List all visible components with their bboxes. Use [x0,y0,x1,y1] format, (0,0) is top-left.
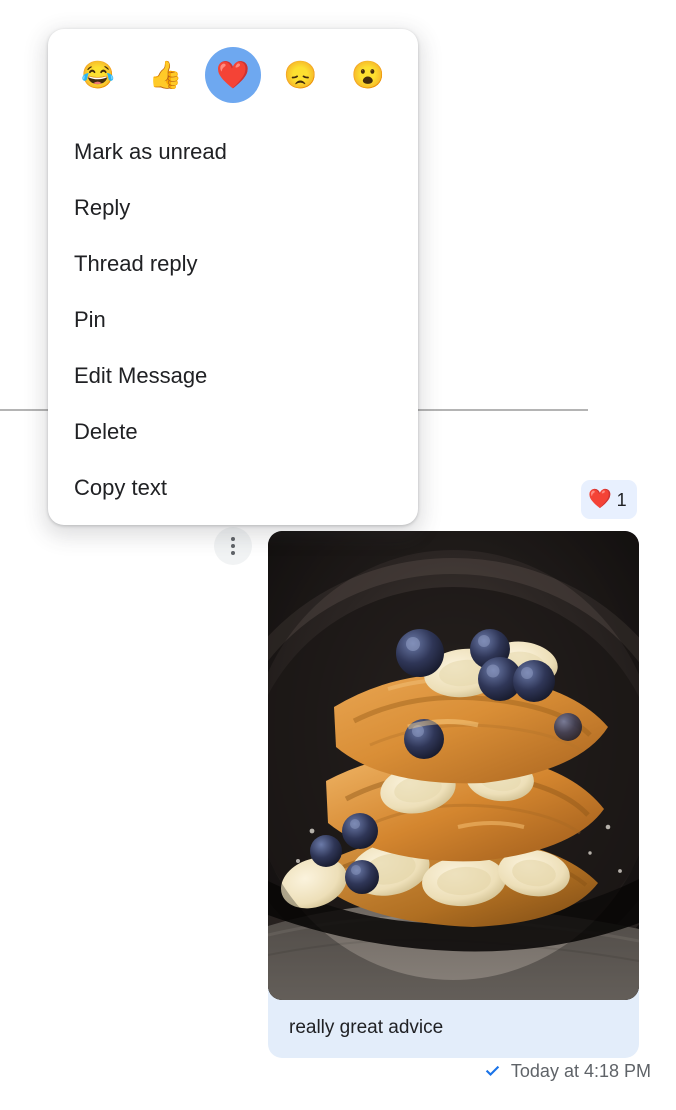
message-bubble[interactable]: really great advice [268,531,639,1058]
menu-item-thread-reply[interactable]: Thread reply [48,236,418,292]
menu-item-copy-text[interactable]: Copy text [48,460,418,516]
more-dot-1 [231,537,235,541]
more-dot-2 [231,544,235,548]
heart-icon: ❤️ [588,489,612,510]
reaction-heart[interactable]: ❤️ [205,47,261,103]
message-reaction-badge[interactable]: ❤️ 1 [581,480,637,519]
reaction-picker-row: 😂 👍 ❤️ 😞 😮 [48,29,418,117]
sent-check-icon [485,1065,500,1076]
reaction-count: 1 [616,489,627,510]
message-text: really great advice [289,1017,444,1038]
more-vert-icon[interactable] [214,527,252,565]
message-timestamp: Today at 4:18 PM [510,1061,651,1081]
menu-item-delete[interactable]: Delete [48,404,418,460]
reaction-sad[interactable]: 😞 [273,47,329,103]
reaction-thumbs-up[interactable]: 👍 [138,47,194,103]
context-menu-items: Mark as unread Reply Thread reply Pin Edit M… [48,117,418,516]
message-meta: Today at 4:18 PM [484,1062,651,1080]
menu-item-reply[interactable]: Reply [48,180,418,236]
more-dot-3 [231,551,235,555]
reaction-laugh[interactable]: 😂 [70,47,126,103]
menu-item-edit-message[interactable]: Edit Message [48,348,418,404]
menu-item-pin[interactable]: Pin [48,292,418,348]
message-context-menu: 😂 👍 ❤️ 😞 😮 Mark as unread Reply Thread reply Pi… [48,29,418,525]
message-image-attachment[interactable] [268,531,639,1000]
menu-item-mark-as-unread[interactable]: Mark as unread [48,124,418,180]
reaction-surprised[interactable]: 😮 [340,47,396,103]
